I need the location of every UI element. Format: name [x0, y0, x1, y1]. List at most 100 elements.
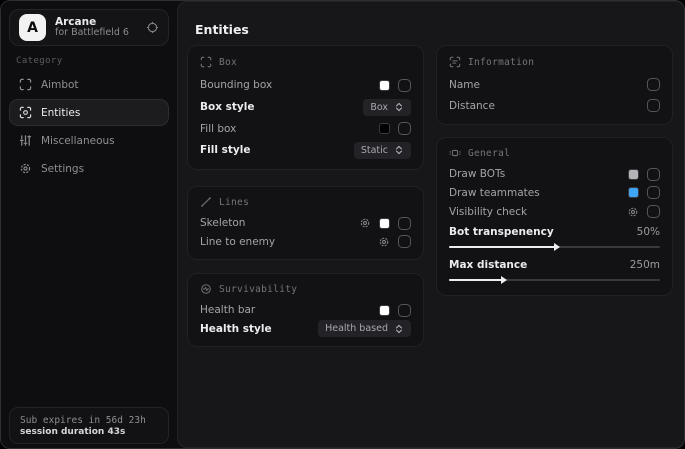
color-swatch[interactable]	[379, 218, 390, 229]
main-panel: Entities Box Bounding box Box style Box	[177, 1, 685, 448]
row-label: Bounding box	[200, 79, 272, 91]
row-line-to-enemy: Line to enemy	[200, 232, 411, 251]
color-swatch[interactable]	[628, 187, 639, 198]
gear-icon[interactable]	[627, 206, 639, 218]
card-survivability: Survivability Health bar Health style He…	[187, 273, 424, 347]
row-draw-teammates: Draw teammates	[449, 184, 660, 203]
entities-icon	[19, 106, 32, 119]
checkbox[interactable]	[647, 168, 660, 181]
updown-arrows-icon	[394, 102, 404, 112]
row-label: Bot transpenency	[449, 226, 554, 238]
row-skeleton: Skeleton	[200, 214, 411, 233]
subscription-card: Sub expires in 56d 23h session duration …	[9, 407, 169, 444]
slider-fill	[449, 279, 502, 281]
box-icon	[200, 56, 212, 68]
session-duration-text: session duration 43s	[20, 427, 158, 437]
card-title: Information	[468, 57, 534, 68]
row-health-style: Health style Health based	[200, 319, 411, 338]
row-label: Name	[449, 79, 480, 91]
category-label: Category	[16, 56, 63, 66]
row-health-bar: Health bar	[200, 301, 411, 320]
checkbox[interactable]	[647, 99, 660, 112]
bot-transparency-slider[interactable]	[449, 243, 660, 251]
color-swatch[interactable]	[379, 123, 390, 134]
bot-transparency-group: Bot transpenency 50%	[449, 223, 660, 251]
color-swatch[interactable]	[379, 80, 390, 91]
slider-value: 250m	[630, 259, 660, 271]
sidebar-item-settings[interactable]: Settings	[9, 155, 169, 182]
slider-value: 50%	[637, 226, 660, 238]
row-label: Draw teammates	[449, 187, 540, 199]
sidebar-item-label: Aimbot	[41, 79, 79, 91]
app-header-card: A Arcane for Battlefield 6	[9, 9, 169, 46]
sidebar-item-label: Settings	[41, 163, 84, 175]
sidebar-item-miscellaneous[interactable]: Miscellaneous	[9, 127, 169, 154]
sidebar-item-label: Miscellaneous	[41, 135, 115, 147]
checkbox[interactable]	[398, 79, 411, 92]
sidebar: A Arcane for Battlefield 6 Category Aimb…	[1, 1, 177, 448]
checkbox[interactable]	[398, 235, 411, 248]
crosshair-icon[interactable]	[146, 21, 159, 34]
max-distance-slider[interactable]	[449, 276, 660, 284]
checkbox[interactable]	[398, 304, 411, 317]
row-label: Skeleton	[200, 217, 245, 229]
checkbox[interactable]	[647, 205, 660, 218]
slider-fill	[449, 246, 555, 248]
crosshair-icon	[19, 78, 32, 91]
updown-arrows-icon	[394, 324, 404, 334]
row-label: Visibility check	[449, 206, 527, 218]
color-swatch[interactable]	[379, 305, 390, 316]
sidebar-item-label: Entities	[41, 107, 80, 119]
row-visibility-check: Visibility check	[449, 202, 660, 221]
gear-icon[interactable]	[359, 217, 371, 229]
information-icon	[449, 56, 461, 68]
row-box-style: Box style Box	[200, 96, 411, 118]
row-label: Line to enemy	[200, 236, 275, 248]
sidebar-item-aimbot[interactable]: Aimbot	[9, 71, 169, 98]
row-fill-style: Fill style Static	[200, 139, 411, 161]
row-name: Name	[449, 74, 660, 95]
sub-expiry-text: Sub expires in 56d 23h	[20, 415, 158, 426]
fill-style-dropdown[interactable]: Static	[354, 142, 411, 159]
row-label: Max distance	[449, 259, 527, 271]
app-subtitle: for Battlefield 6	[55, 28, 137, 39]
updown-arrows-icon	[394, 145, 404, 155]
color-swatch[interactable]	[628, 169, 639, 180]
card-general: General Draw BOTs Draw teammates Visibil…	[436, 137, 673, 296]
row-label: Box style	[200, 101, 254, 113]
row-fill-box: Fill box	[200, 118, 411, 140]
row-label: Fill style	[200, 144, 250, 156]
card-lines: Lines Skeleton Line to enemy	[187, 186, 424, 260]
survivability-icon	[200, 283, 212, 295]
box-style-dropdown[interactable]: Box	[363, 99, 411, 116]
row-label: Fill box	[200, 123, 236, 135]
card-title: General	[468, 148, 510, 159]
gear-icon[interactable]	[378, 236, 390, 248]
sidebar-nav: Aimbot Entities Miscellaneous Settings	[9, 71, 169, 183]
card-box: Box Bounding box Box style Box Fill box	[187, 45, 424, 170]
card-title: Survivability	[219, 284, 297, 295]
page-title: Entities	[195, 22, 249, 37]
lines-icon	[200, 196, 212, 208]
checkbox[interactable]	[647, 78, 660, 91]
card-title: Box	[219, 57, 237, 68]
card-title: Lines	[219, 197, 249, 208]
row-label: Distance	[449, 100, 495, 112]
max-distance-group: Max distance 250m	[449, 256, 660, 284]
checkbox[interactable]	[398, 122, 411, 135]
card-information: Information Name Distance	[436, 45, 673, 125]
row-label: Health bar	[200, 304, 255, 316]
row-distance: Distance	[449, 95, 660, 116]
row-draw-bots: Draw BOTs	[449, 165, 660, 184]
general-icon	[449, 147, 461, 159]
checkbox[interactable]	[398, 217, 411, 230]
sliders-icon	[19, 134, 32, 147]
gear-icon	[19, 162, 32, 175]
row-label: Draw BOTs	[449, 168, 505, 180]
health-style-dropdown[interactable]: Health based	[318, 320, 411, 337]
sidebar-item-entities[interactable]: Entities	[9, 99, 169, 126]
app-window: A Arcane for Battlefield 6 Category Aimb…	[0, 0, 685, 449]
row-bounding-box: Bounding box	[200, 75, 411, 97]
app-avatar: A	[19, 14, 46, 41]
checkbox[interactable]	[647, 186, 660, 199]
